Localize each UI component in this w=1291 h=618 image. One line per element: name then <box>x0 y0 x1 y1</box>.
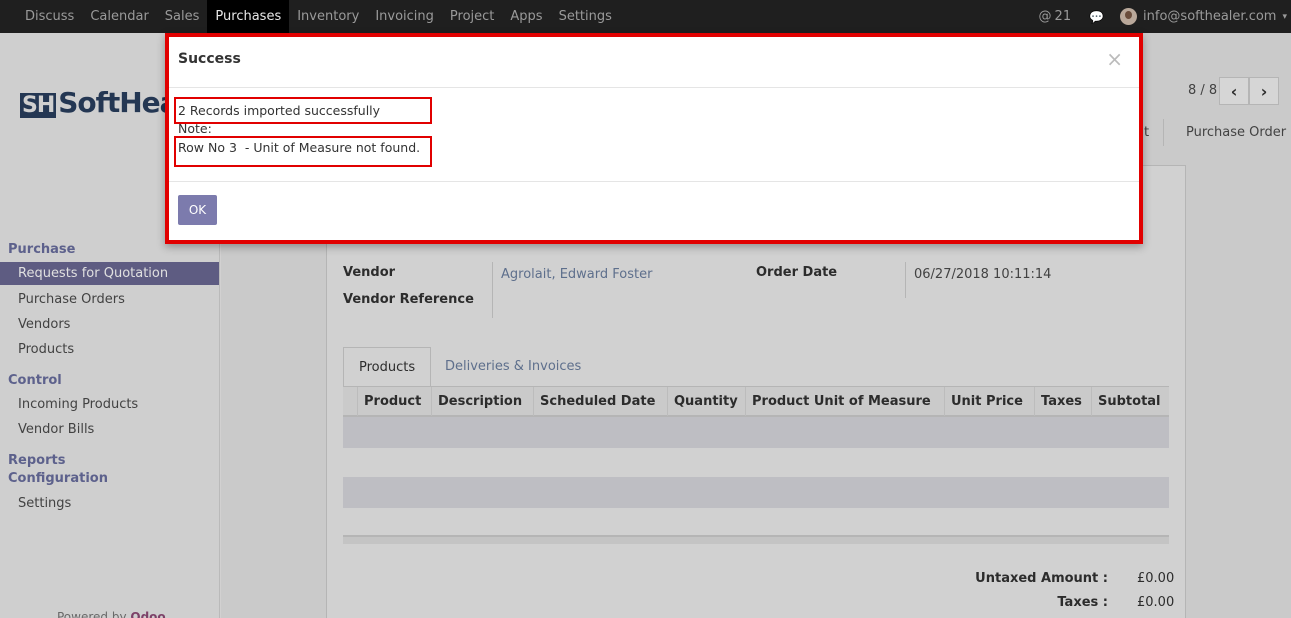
menu-inventory[interactable]: Inventory <box>289 0 367 33</box>
caret-down-icon: ▾ <box>1282 11 1287 22</box>
menu-settings[interactable]: Settings <box>551 0 620 33</box>
menu-calendar[interactable]: Calendar <box>82 0 156 33</box>
import-success-message: 2 Records imported successfully <box>178 103 381 118</box>
top-navbar: Discuss Calendar Sales Purchases Invento… <box>0 0 1291 33</box>
dialog-title: Success <box>178 51 241 67</box>
menu-apps[interactable]: Apps <box>502 0 550 33</box>
at-icon: @ <box>1038 9 1052 24</box>
import-warning-message: Row No 3 - Unit of Measure not found. <box>178 140 421 155</box>
close-icon[interactable]: × <box>1106 47 1123 71</box>
main-menu: Discuss Calendar Sales Purchases Invento… <box>0 0 620 33</box>
avatar <box>1120 8 1138 25</box>
menu-project[interactable]: Project <box>442 0 502 33</box>
dialog-header: Success × <box>169 37 1139 88</box>
menu-discuss[interactable]: Discuss <box>17 0 82 33</box>
dialog-footer-divider <box>169 181 1139 182</box>
mentions-button[interactable]: @ 21 <box>1039 9 1072 24</box>
menu-sales[interactable]: Sales <box>157 0 208 33</box>
mentions-count: 21 <box>1054 9 1072 24</box>
chat-icon[interactable]: 💬 <box>1089 10 1104 24</box>
user-email: info@softhealer.com <box>1143 9 1277 24</box>
note-label: Note: <box>178 121 212 136</box>
menu-invoicing[interactable]: Invoicing <box>367 0 442 33</box>
menu-purchases[interactable]: Purchases <box>207 0 290 33</box>
ok-button[interactable]: OK <box>178 195 217 225</box>
user-menu[interactable]: info@softhealer.com ▾ <box>1120 8 1287 25</box>
success-dialog: Success × 2 Records imported successfull… <box>165 33 1143 244</box>
